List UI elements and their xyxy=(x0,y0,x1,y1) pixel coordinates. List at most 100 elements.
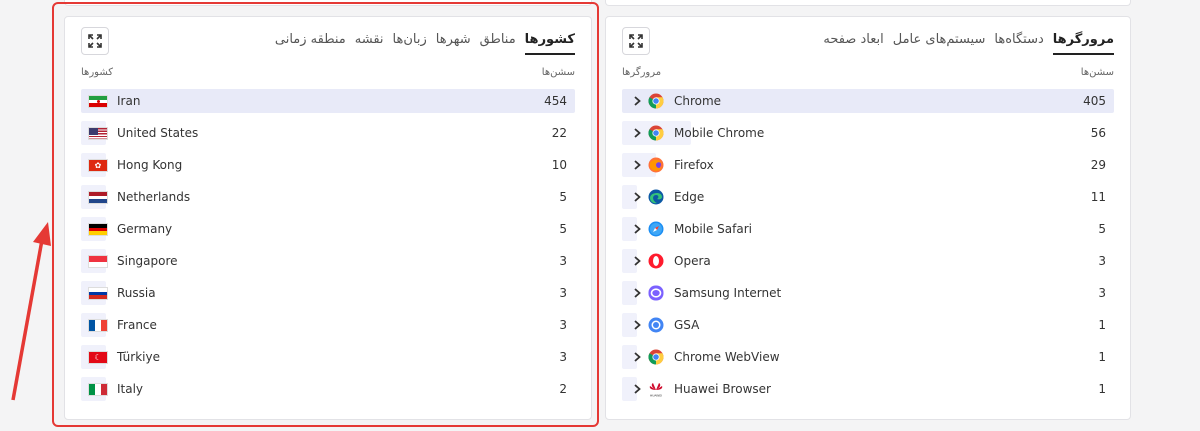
country-row[interactable]: ☾ Türkiye 3 xyxy=(81,345,575,369)
chevron-right-icon[interactable] xyxy=(630,350,644,364)
tab-map[interactable]: نقشه xyxy=(355,28,384,55)
expand-button[interactable] xyxy=(81,27,109,55)
country-row[interactable]: Germany 5 xyxy=(81,217,575,241)
browser-row[interactable]: GSA 1 xyxy=(622,313,1114,337)
session-count: 56 xyxy=(1090,126,1106,140)
country-row[interactable]: Iran 454 xyxy=(81,89,575,113)
session-count: 3 xyxy=(559,350,567,364)
flag-tr-icon: ☾ xyxy=(88,351,108,364)
browsers-panel: مرورگرها دستگاه‌ها سیستم‌های عامل ابعاد … xyxy=(605,16,1131,420)
country-name: Russia xyxy=(117,286,156,300)
country-name: Netherlands xyxy=(117,190,191,204)
top-strip-left xyxy=(64,0,592,6)
browser-row[interactable]: Mobile Chrome 56 xyxy=(622,121,1114,145)
browsers-tabs: مرورگرها دستگاه‌ها سیستم‌های عامل ابعاد … xyxy=(823,28,1114,55)
session-count: 1 xyxy=(1098,318,1106,332)
country-name: France xyxy=(117,318,157,332)
browser-name: Opera xyxy=(674,254,711,268)
country-row[interactable]: Netherlands 5 xyxy=(81,185,575,209)
countries-tabs: کشورها مناطق شهرها زبان‌ها نقشه منطقه زم… xyxy=(275,28,575,55)
chevron-right-icon[interactable] xyxy=(630,190,644,204)
session-count: 29 xyxy=(1090,158,1106,172)
expand-icon xyxy=(88,34,102,48)
safari-icon xyxy=(648,221,664,237)
country-row[interactable]: Italy 2 xyxy=(81,377,575,401)
browser-name: Chrome xyxy=(674,94,722,108)
column-header-sessions: سشن‌ها xyxy=(1080,67,1114,78)
edge-icon xyxy=(648,189,664,205)
session-count: 5 xyxy=(559,222,567,236)
huawei-icon: HUAWEI xyxy=(648,381,664,398)
flag-ir-icon xyxy=(88,95,108,108)
country-row[interactable]: United States 22 xyxy=(81,121,575,145)
session-count: 22 xyxy=(551,126,567,140)
firefox-icon xyxy=(648,157,664,173)
browser-row[interactable]: Samsung Internet 3 xyxy=(622,281,1114,305)
column-header-browsers: مرورگرها xyxy=(622,67,662,78)
tab-screen-sizes[interactable]: ابعاد صفحه xyxy=(823,28,883,55)
browser-name: Mobile Chrome xyxy=(674,126,765,140)
country-name: Germany xyxy=(117,222,173,236)
chevron-right-icon[interactable] xyxy=(630,318,644,332)
browser-name: Firefox xyxy=(674,158,714,172)
country-row[interactable]: ✿ Hong Kong 10 xyxy=(81,153,575,177)
session-count: 10 xyxy=(551,158,567,172)
flag-sg-icon xyxy=(88,255,108,268)
country-name: Italy xyxy=(117,382,144,396)
country-row[interactable]: France 3 xyxy=(81,313,575,337)
chrome-icon xyxy=(648,125,664,141)
session-count: 1 xyxy=(1098,382,1106,396)
flag-it-icon xyxy=(88,383,108,396)
red-arrow-annotation xyxy=(11,222,51,401)
browser-row[interactable]: HUAWEI Huawei Browser 1 xyxy=(622,377,1114,401)
tab-devices[interactable]: دستگاه‌ها xyxy=(994,28,1043,55)
browser-name: Edge xyxy=(674,190,705,204)
expand-button[interactable] xyxy=(622,27,650,55)
session-count: 454 xyxy=(544,94,567,108)
browsers-list: Chrome 405 Mobile Chrome 56 Firefox 29 Edge 11 M… xyxy=(622,89,1114,409)
chevron-right-icon[interactable] xyxy=(630,254,644,268)
session-count: 3 xyxy=(559,318,567,332)
tab-regions[interactable]: مناطق xyxy=(480,28,516,55)
session-count: 405 xyxy=(1083,94,1106,108)
chevron-right-icon[interactable] xyxy=(630,158,644,172)
chevron-right-icon[interactable] xyxy=(630,94,644,108)
browser-row[interactable]: Edge 11 xyxy=(622,185,1114,209)
chevron-right-icon[interactable] xyxy=(630,382,644,396)
tab-languages[interactable]: زبان‌ها xyxy=(393,28,427,55)
tab-timezone[interactable]: منطقه زمانی xyxy=(275,28,346,55)
session-count: 3 xyxy=(1098,286,1106,300)
country-row[interactable]: Russia 3 xyxy=(81,281,575,305)
chevron-right-icon[interactable] xyxy=(630,222,644,236)
flag-nl-icon xyxy=(88,191,108,204)
flag-hk-icon: ✿ xyxy=(88,159,108,172)
browser-row[interactable]: Chrome 405 xyxy=(622,89,1114,113)
browser-row[interactable]: Mobile Safari 5 xyxy=(622,217,1114,241)
tab-operating-systems[interactable]: سیستم‌های عامل xyxy=(893,28,986,55)
session-count: 11 xyxy=(1090,190,1106,204)
opera-icon xyxy=(648,253,664,269)
chevron-right-icon[interactable] xyxy=(630,126,644,140)
browser-name: GSA xyxy=(674,318,700,332)
svg-text:HUAWEI: HUAWEI xyxy=(650,394,662,398)
session-count: 5 xyxy=(1098,222,1106,236)
countries-list: Iran 454 United States 22 ✿ Hong Kong 10 Nether… xyxy=(81,89,575,409)
country-name: Iran xyxy=(117,94,141,108)
browser-name: Chrome WebView xyxy=(674,350,780,364)
browser-row[interactable]: Firefox 29 xyxy=(622,153,1114,177)
column-header-countries: کشورها xyxy=(81,67,113,78)
country-name: United States xyxy=(117,126,199,140)
session-count: 3 xyxy=(1098,254,1106,268)
tab-countries[interactable]: کشورها xyxy=(524,28,575,55)
samsung-icon xyxy=(648,285,664,301)
flag-us-icon xyxy=(88,127,108,140)
chrome-icon xyxy=(648,349,664,365)
country-row[interactable]: Singapore 3 xyxy=(81,249,575,273)
chevron-right-icon[interactable] xyxy=(630,286,644,300)
tab-browsers[interactable]: مرورگرها xyxy=(1052,28,1114,55)
browser-row[interactable]: Opera 3 xyxy=(622,249,1114,273)
session-count: 3 xyxy=(559,254,567,268)
browser-row[interactable]: Chrome WebView 1 xyxy=(622,345,1114,369)
tab-cities[interactable]: شهرها xyxy=(436,28,471,55)
session-count: 3 xyxy=(559,286,567,300)
